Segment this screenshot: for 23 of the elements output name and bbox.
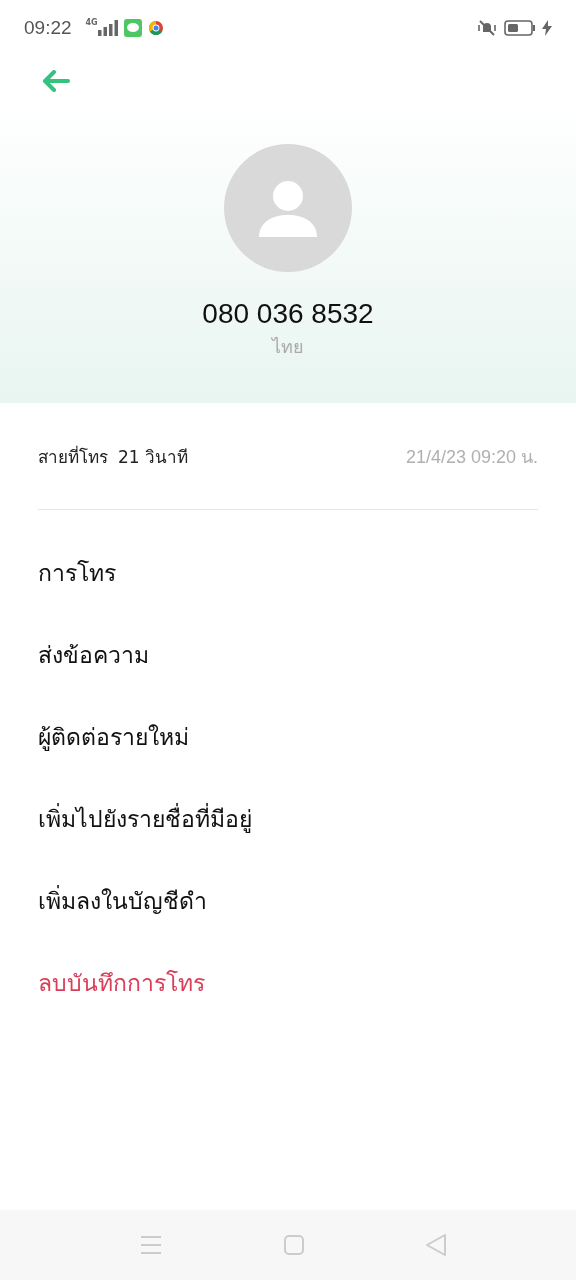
action-item[interactable]: เพิ่มลงในบัญชีดำ	[0, 860, 576, 942]
network-type: 4G	[85, 18, 98, 27]
action-item[interactable]: การโทร	[0, 532, 576, 614]
call-type: สายที่โทร	[38, 444, 108, 469]
call-duration: 21 วินาที	[118, 445, 189, 469]
mute-vibrate-icon	[476, 19, 498, 37]
home-icon[interactable]	[283, 1235, 304, 1255]
menu-icon[interactable]	[141, 1236, 161, 1254]
status-time: 09:22	[24, 17, 72, 39]
action-item[interactable]: ส่งข้อความ	[0, 614, 576, 696]
location-label: ไทย	[272, 335, 304, 359]
back-nav-icon[interactable]	[426, 1234, 446, 1256]
browser-icon	[147, 20, 164, 36]
signal-icon	[97, 20, 118, 36]
action-item[interactable]: ผู้ติดต่อรายใหม่	[0, 696, 576, 778]
action-item[interactable]: เพิ่มไปยังรายชื่อที่มีอยู่	[0, 778, 576, 860]
phone-number: 080 036 8532	[202, 298, 374, 330]
charging-icon	[542, 20, 552, 36]
chat-app-icon	[123, 19, 142, 37]
call-datetime: 21/4/23 09:20 น.	[405, 445, 538, 469]
battery-icon	[504, 20, 536, 36]
action-item[interactable]: ลบบันทึกการโทร	[0, 942, 576, 1024]
avatar-icon	[224, 144, 352, 272]
